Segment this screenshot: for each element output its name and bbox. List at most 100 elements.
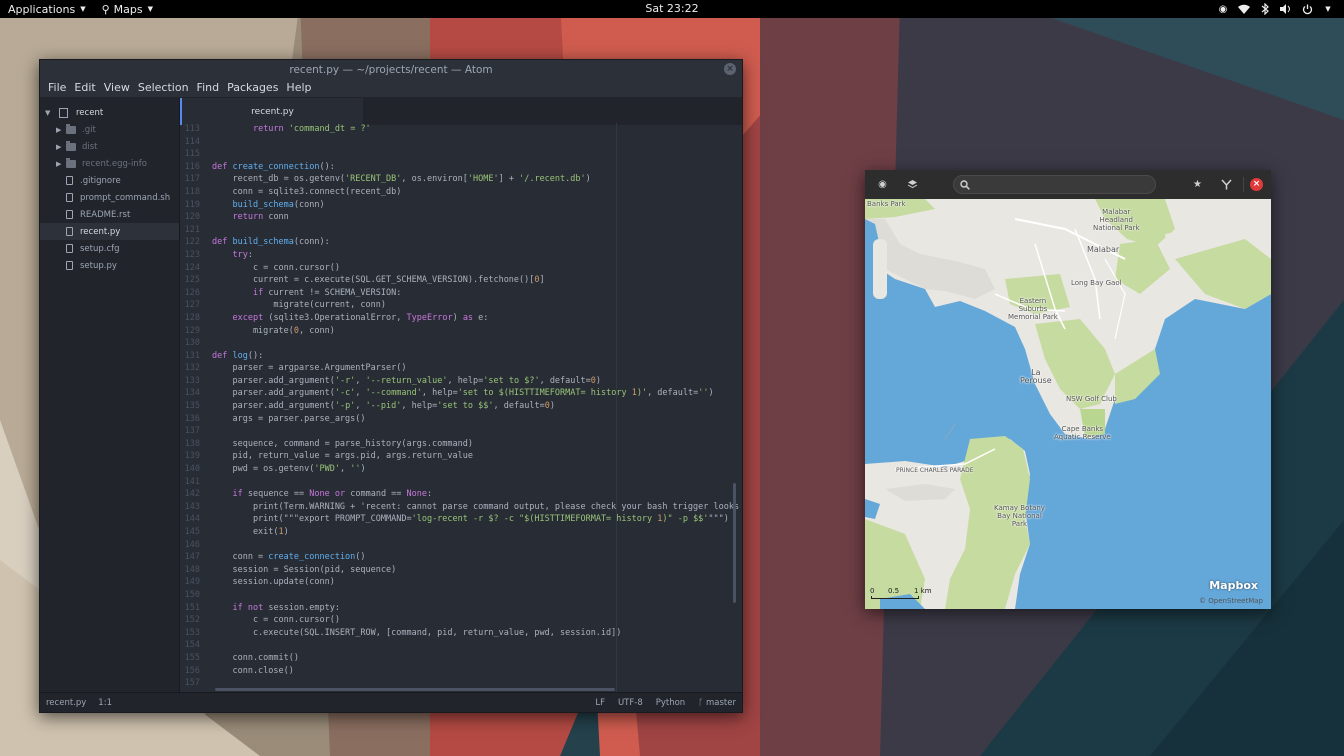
line-number: 130 <box>184 338 200 349</box>
code-line[interactable]: 138 sequence, command = parse_history(ar… <box>180 438 742 451</box>
tab-recent-py[interactable]: recent.py <box>180 98 363 125</box>
code-line[interactable]: 128 except (sqlite3.OperationalError, Ty… <box>180 312 742 325</box>
git-branch-icon: ᚴ <box>698 697 704 708</box>
code-line[interactable]: 153 c.execute(SQL.INSERT_ROW, [command, … <box>180 627 742 640</box>
line-number: 113 <box>184 124 200 134</box>
status-file-name[interactable]: recent.py <box>46 698 86 708</box>
horizontal-scrollbar[interactable] <box>215 688 615 691</box>
code-line[interactable]: 126 if current != SCHEMA_VERSION: <box>180 287 742 300</box>
line-number: 129 <box>184 325 200 336</box>
maps-app-menu[interactable]: ⚲ Maps ▼ <box>94 0 161 18</box>
code-line[interactable]: 116 def create_connection(): <box>180 161 742 174</box>
code-line[interactable]: 130 <box>180 337 742 350</box>
code-line[interactable]: 139 pid, return_value = args.pid, args.r… <box>180 450 742 463</box>
code-line[interactable]: 142 if sequence == None or command == No… <box>180 488 742 501</box>
code-line[interactable]: 152 c = conn.cursor() <box>180 614 742 627</box>
code-line[interactable]: 155 conn.commit() <box>180 652 742 665</box>
code-line[interactable]: 141 <box>180 476 742 489</box>
search-input[interactable] <box>953 175 1156 194</box>
code-line[interactable]: 134 parser.add_argument('-c', '--command… <box>180 387 742 400</box>
osm-attribution[interactable]: © OpenStreetMap <box>1199 597 1263 605</box>
tree-item-egg-info[interactable]: ▶ recent.egg-info <box>40 155 179 172</box>
code-line[interactable]: 137 <box>180 425 742 438</box>
code-editor[interactable]: 113 return 'command_dt = ?' 114 115 116 def … <box>180 123 742 692</box>
code-line[interactable]: 147 conn = create_connection() <box>180 551 742 564</box>
code-line[interactable]: 146 <box>180 539 742 552</box>
applications-menu[interactable]: Applications ▼ <box>0 0 94 18</box>
star-icon[interactable]: ★ <box>1191 178 1204 191</box>
code-line[interactable]: 136 args = parser.parse_args() <box>180 413 742 426</box>
tree-view: ▼ recent ▶ .git ▶ dist ▶ recent.egg-info <box>40 98 180 692</box>
code-line[interactable]: 125 current = c.execute(SQL.GET_SCHEMA_V… <box>180 274 742 287</box>
menu-edit[interactable]: Edit <box>70 79 99 97</box>
tree-item-readme[interactable]: README.rst <box>40 206 179 223</box>
status-branch[interactable]: ᚴ master <box>698 698 736 708</box>
location-icon[interactable]: ◉ <box>876 178 889 191</box>
code-line[interactable]: 148 session = Session(pid, sequence) <box>180 564 742 577</box>
layers-icon[interactable] <box>906 178 919 191</box>
editor-pane: recent.py 113 return 'command_dt = ?' 114… <box>180 98 742 692</box>
code-line[interactable]: 133 parser.add_argument('-r', '--return_… <box>180 375 742 388</box>
atom-window: recent.py — ~/projects/recent — Atom × F… <box>39 59 743 713</box>
code-line[interactable]: 115 <box>180 148 742 161</box>
close-icon[interactable]: × <box>1250 178 1263 191</box>
route-icon[interactable] <box>1220 178 1233 191</box>
code-line[interactable]: 150 <box>180 589 742 602</box>
code-line[interactable]: 117 recent_db = os.getenv('RECENT_DB', o… <box>180 173 742 186</box>
tree-root-recent[interactable]: ▼ recent <box>40 104 179 121</box>
code-line[interactable]: 140 pwd = os.getenv('PWD', '') <box>180 463 742 476</box>
code-line[interactable]: 129 migrate(0, conn) <box>180 325 742 338</box>
status-area[interactable]: ◉ ▼ <box>1217 0 1334 18</box>
vertical-scrollbar[interactable] <box>733 483 736 603</box>
code-line[interactable]: 120 return conn <box>180 211 742 224</box>
code-line[interactable]: 124 c = conn.cursor() <box>180 262 742 275</box>
code-line[interactable]: 143 print(Term.WARNING + 'recent: cannot… <box>180 501 742 514</box>
menu-view[interactable]: View <box>100 79 134 97</box>
maps-headerbar[interactable]: ◉ ★ × <box>865 170 1271 199</box>
code-line[interactable]: 149 session.update(conn) <box>180 576 742 589</box>
tree-item-prompt-command[interactable]: prompt_command.sh <box>40 189 179 206</box>
tree-item-recent-py[interactable]: recent.py <box>40 223 179 240</box>
menu-file[interactable]: File <box>44 79 70 97</box>
file-icon <box>66 261 73 270</box>
code-line[interactable]: 145 exit(1) <box>180 526 742 539</box>
code-line[interactable]: 122 def build_schema(conn): <box>180 236 742 249</box>
tree-item-label: recent.py <box>80 226 121 237</box>
close-icon[interactable]: × <box>724 63 736 75</box>
code-line[interactable]: 127 migrate(current, conn) <box>180 299 742 312</box>
clock-label[interactable]: Sat 23:22 <box>645 2 698 15</box>
menu-selection[interactable]: Selection <box>134 79 193 97</box>
map-view[interactable]: Banks Park Malabar Headland National Par… <box>865 199 1271 609</box>
menu-help[interactable]: Help <box>282 79 315 97</box>
code-line[interactable]: 131 def log(): <box>180 350 742 363</box>
code-line[interactable]: 119 build_schema(conn) <box>180 199 742 212</box>
menu-find[interactable]: Find <box>193 79 224 97</box>
tree-item-git[interactable]: ▶ .git <box>40 121 179 138</box>
code-line[interactable]: 144 print("""export PROMPT_COMMAND='log-… <box>180 513 742 526</box>
code-line[interactable]: 154 <box>180 639 742 652</box>
code-line[interactable]: 151 if not session.empty: <box>180 602 742 615</box>
status-grammar[interactable]: Python <box>656 698 685 708</box>
code-line[interactable]: 135 parser.add_argument('-p', '--pid', h… <box>180 400 742 413</box>
code-line[interactable]: 113 return 'command_dt = ?' <box>180 123 742 136</box>
code-line[interactable]: 118 conn = sqlite3.connect(recent_db) <box>180 186 742 199</box>
status-cursor-position[interactable]: 1:1 <box>98 698 112 708</box>
tree-item-dist[interactable]: ▶ dist <box>40 138 179 155</box>
code-line[interactable]: 121 <box>180 224 742 237</box>
tree-item-gitignore[interactable]: .gitignore <box>40 172 179 189</box>
code-line[interactable]: 123 try: <box>180 249 742 262</box>
code-line[interactable]: 132 parser = argparse.ArgumentParser() <box>180 362 742 375</box>
code-line[interactable]: 156 conn.close() <box>180 665 742 678</box>
menu-packages[interactable]: Packages <box>223 79 282 97</box>
status-line-ending[interactable]: LF <box>595 698 605 708</box>
line-number: 157 <box>184 678 200 689</box>
atom-titlebar[interactable]: recent.py — ~/projects/recent — Atom × <box>40 60 742 79</box>
code-line[interactable]: 114 <box>180 136 742 149</box>
tab-bar: recent.py <box>180 98 742 125</box>
tab-label: recent.py <box>251 106 294 117</box>
line-source: if current != SCHEMA_VERSION: <box>252 287 402 298</box>
status-encoding[interactable]: UTF-8 <box>618 698 643 708</box>
line-number: 149 <box>184 577 200 588</box>
tree-item-setup-cfg[interactable]: setup.cfg <box>40 240 179 257</box>
tree-item-setup-py[interactable]: setup.py <box>40 257 179 274</box>
